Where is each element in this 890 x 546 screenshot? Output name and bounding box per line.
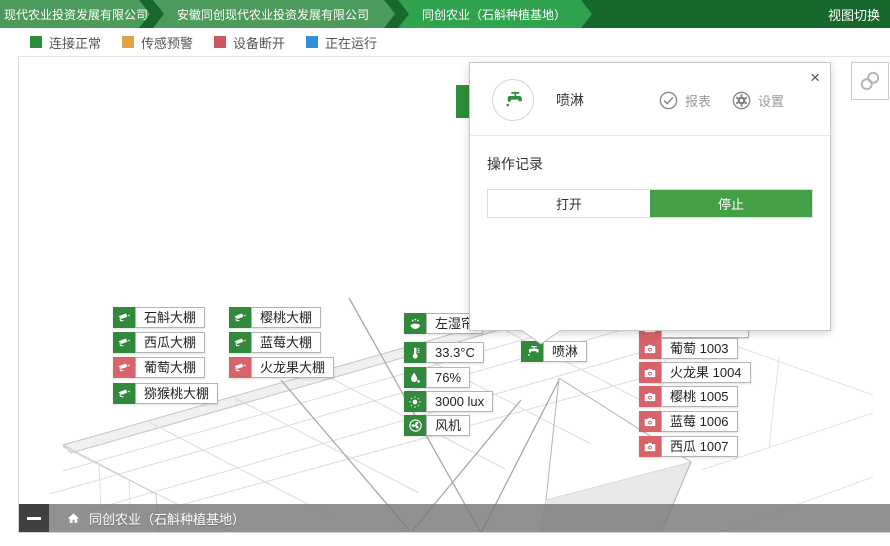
greenhouse-label-text: 火龙果大棚	[251, 357, 334, 378]
settings-button[interactable]: 设置	[731, 90, 784, 111]
camera-label-text: 火龙果 1004	[661, 362, 751, 383]
photo-camera-icon	[639, 386, 661, 407]
sensor-label-text: 76%	[426, 367, 470, 388]
breadcrumb-spacer	[592, 0, 818, 28]
breadcrumb: 现代农业投资发展有限公司 安徽同创现代农业投资发展有限公司 同创农业（石斛种植基…	[0, 0, 890, 28]
greenhouse-label-text: 蓝莓大棚	[251, 332, 321, 353]
breadcrumb-item-company[interactable]: 现代农业投资发展有限公司	[0, 0, 150, 28]
camera-label-text: 西瓜 1007	[661, 436, 738, 457]
cctv-camera-icon	[113, 383, 135, 404]
sensor-label-text: 风机	[426, 415, 470, 436]
sensor-label-fan[interactable]: 风机	[404, 415, 470, 436]
settings-label: 设置	[758, 91, 784, 110]
humidity-icon	[404, 367, 426, 388]
report-label: 报表	[685, 91, 711, 110]
popup-body: 操作记录 打开 停止	[470, 136, 830, 218]
operation-buttons: 打开 停止	[487, 189, 813, 218]
cctv-camera-icon	[113, 332, 135, 353]
breadcrumb-item-base[interactable]: 同创农业（石斛种植基地）	[398, 0, 592, 28]
view-switch-button[interactable]: 视图切换	[818, 0, 890, 28]
camera-label-text: 樱桃 1005	[661, 386, 738, 407]
cctv-camera-icon	[229, 332, 251, 353]
home-button[interactable]	[66, 511, 81, 526]
popup-title: 喷淋	[556, 90, 584, 110]
greenhouse-label-lanmei[interactable]: 蓝莓大棚	[229, 332, 321, 353]
stop-button[interactable]: 停止	[650, 190, 812, 217]
hidden-device-icon	[456, 85, 470, 118]
share-link-button[interactable]	[851, 62, 889, 100]
red-status-swatch	[214, 36, 226, 48]
greenhouse-label-text: 猕猴桃大棚	[135, 383, 218, 404]
fan-icon	[404, 415, 426, 436]
popup-header: 喷淋 报表 设置 ×	[470, 63, 830, 135]
thermometer-icon	[404, 342, 426, 363]
popup-actions: 报表 设置	[658, 90, 784, 111]
cctv-camera-icon	[229, 307, 251, 328]
camera-label-huolongguo-1004[interactable]: 火龙果 1004	[639, 362, 751, 383]
greenhouse-label-text: 西瓜大棚	[135, 332, 205, 353]
photo-camera-icon	[639, 338, 661, 359]
sensor-label-temperature[interactable]: 33.3°C	[404, 342, 484, 363]
cctv-camera-icon	[113, 357, 135, 378]
greenhouse-label-text: 樱桃大棚	[251, 307, 321, 328]
greenhouse-label-text: 石斛大棚	[135, 307, 205, 328]
camera-label-putao-1003[interactable]: 葡萄 1003	[639, 338, 738, 359]
photo-camera-icon	[639, 411, 661, 432]
greenhouse-label-xigua[interactable]: 西瓜大棚	[113, 332, 205, 353]
operation-record-title: 操作记录	[487, 154, 813, 174]
greenhouse-label-huolongguo[interactable]: 火龙果大棚	[229, 357, 334, 378]
sensor-label-text: 3000 lux	[426, 391, 493, 412]
green-status-swatch	[30, 36, 42, 48]
camera-label-xigua-1007[interactable]: 西瓜 1007	[639, 436, 738, 457]
cctv-camera-icon	[113, 307, 135, 328]
status-legend: 连接正常 传感预警 设备断开 正在运行	[18, 28, 890, 57]
photo-camera-icon	[639, 436, 661, 457]
sensor-label-humidity[interactable]: 76%	[404, 367, 470, 388]
camera-label-yingtao-1005[interactable]: 樱桃 1005	[639, 386, 738, 407]
greenhouse-label-shihu[interactable]: 石斛大棚	[113, 307, 205, 328]
home-icon	[66, 511, 81, 526]
sensor-label-text: 33.3°C	[426, 342, 484, 363]
camera-label-text: 葡萄 1003	[661, 338, 738, 359]
legend-item-sensor-warning: 传感预警	[122, 33, 193, 52]
light-icon	[404, 391, 426, 412]
device-avatar	[492, 79, 534, 121]
greenhouse-label-putao[interactable]: 葡萄大棚	[113, 357, 205, 378]
greenhouse-label-mihoutao[interactable]: 猕猴桃大棚	[113, 383, 218, 404]
minus-icon	[27, 517, 41, 520]
camera-label-lanmei-1006[interactable]: 蓝莓 1006	[639, 411, 738, 432]
cctv-camera-icon	[229, 357, 251, 378]
scene-viewport[interactable]: 石斛大棚 西瓜大棚 葡萄大棚 猕猴桃大棚 樱桃大棚 蓝莓大棚 火龙果大棚	[18, 57, 890, 533]
breadcrumb-item-subcompany[interactable]: 安徽同创现代农业投资发展有限公司	[153, 0, 395, 28]
faucet-icon	[502, 89, 524, 111]
legend-label: 连接正常	[49, 33, 101, 52]
wet-curtain-icon	[404, 313, 426, 334]
settings-gear-icon	[731, 90, 752, 111]
photo-camera-icon	[639, 362, 661, 383]
legend-label: 正在运行	[325, 33, 377, 52]
collapse-button[interactable]	[19, 504, 49, 532]
orange-status-swatch	[122, 36, 134, 48]
greenhouse-label-yingtao[interactable]: 樱桃大棚	[229, 307, 321, 328]
device-popup: 喷淋 报表 设置 × 操作记录 打开 停止	[469, 62, 831, 331]
sensor-label-light[interactable]: 3000 lux	[404, 391, 493, 412]
greenhouse-label-text: 葡萄大棚	[135, 357, 205, 378]
open-button[interactable]: 打开	[488, 190, 650, 217]
report-button[interactable]: 报表	[658, 90, 711, 111]
scene-title: 同创农业（石斛种植基地）	[89, 509, 245, 528]
agri-monitor-app: 现代农业投资发展有限公司 安徽同创现代农业投资发展有限公司 同创农业（石斛种植基…	[0, 0, 890, 546]
scene-bottom-bar: 同创农业（石斛种植基地）	[19, 504, 890, 532]
close-icon[interactable]: ×	[810, 69, 820, 86]
legend-item-running: 正在运行	[306, 33, 377, 52]
camera-label-text: 蓝莓 1006	[661, 411, 738, 432]
legend-item-disconnected: 设备断开	[214, 33, 285, 52]
report-check-icon	[658, 90, 679, 111]
legend-label: 设备断开	[233, 33, 285, 52]
legend-label: 传感预警	[141, 33, 193, 52]
popup-callout-arrow	[519, 330, 563, 346]
link-icon	[858, 69, 882, 93]
legend-item-connected: 连接正常	[30, 33, 101, 52]
blue-status-swatch	[306, 36, 318, 48]
